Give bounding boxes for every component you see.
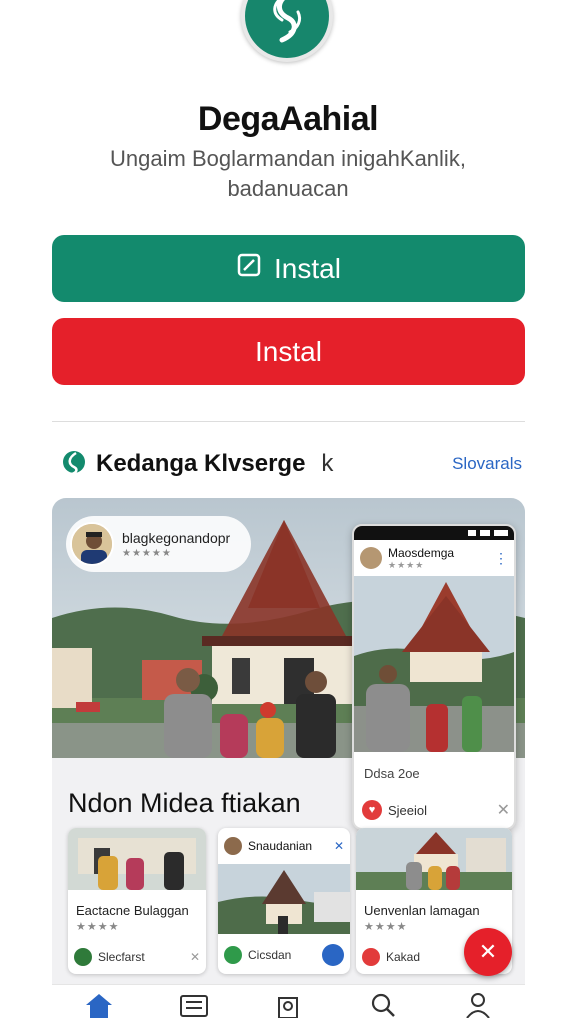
card-title: Eactacne Bulaggan xyxy=(76,903,189,918)
section-divider xyxy=(52,421,525,422)
author-badge[interactable]: blagkegonandopr ★★★★★ xyxy=(66,516,251,572)
subtitle-line-1: Ungaim Boglarmandan inigahKanlik, xyxy=(110,146,466,171)
install-button-primary-label: Instal xyxy=(274,252,341,284)
nav-shop[interactable] xyxy=(271,992,305,1022)
install-button-primary[interactable]: Instal xyxy=(52,235,525,302)
edit-square-icon xyxy=(236,252,262,285)
phone-preview-image xyxy=(354,576,514,752)
author-name: blagkegonandopr xyxy=(122,529,231,546)
app-logo-icon xyxy=(241,0,333,62)
profile-icon xyxy=(463,992,493,1023)
card-title: Snaudanian xyxy=(248,839,313,853)
nav-home[interactable] xyxy=(82,992,116,1022)
card-footer: Cicsdan xyxy=(224,944,344,966)
bag-icon xyxy=(273,992,303,1023)
card-rating: ★★★★ xyxy=(76,921,120,933)
see-all-link[interactable]: Slovarals xyxy=(452,454,522,474)
heart-icon xyxy=(362,948,380,966)
card-image xyxy=(356,828,512,890)
install-button-secondary[interactable]: Instal xyxy=(52,318,525,385)
section-title: Kedanga Klvserge xyxy=(96,450,306,477)
app-title: DegaAahial xyxy=(197,100,379,138)
nav-search[interactable] xyxy=(366,992,400,1022)
close-icon: ✕ xyxy=(478,939,498,964)
section-mark: k xyxy=(321,450,334,477)
subtitle-line-2: badanuacan xyxy=(227,176,349,201)
avatar xyxy=(70,522,114,566)
media-card[interactable]: Snaudanian ✕ Cicsdan xyxy=(218,828,350,974)
phone-rating: ★★★★ xyxy=(388,559,425,570)
card-title: Uenvenlan lamagan xyxy=(364,903,480,918)
leaf-icon xyxy=(74,948,92,966)
home-icon xyxy=(84,992,114,1023)
nav-profile[interactable] xyxy=(461,992,495,1022)
card-footer: Slecfarst ✕ xyxy=(74,948,200,966)
search-icon xyxy=(368,992,398,1023)
section-header: Kedanga Klvserge k Slovarals xyxy=(62,448,522,480)
card-header: Snaudanian ✕ xyxy=(218,828,350,864)
avatar xyxy=(360,547,382,569)
leaf-icon xyxy=(224,946,242,964)
phone-date: Ddsa 2oe xyxy=(364,766,420,781)
app-subtitle: Ungaim Boglarmandan inigahKanlik, badanu… xyxy=(60,144,516,204)
close-icon[interactable]: ✕ xyxy=(334,839,344,853)
card-image xyxy=(68,828,206,890)
close-icon[interactable]: ✕ xyxy=(190,950,200,964)
more-icon[interactable] xyxy=(322,944,344,966)
phone-header: Maosdemga ★★★★ ⋮ xyxy=(354,540,514,576)
leaf-icon xyxy=(62,449,86,480)
author-rating: ★★★★★ xyxy=(122,547,172,559)
phone-preview[interactable]: Maosdemga ★★★★ ⋮ Ddsa 2oe ♥ Sjeeiol ✕ xyxy=(352,524,516,830)
nav-list[interactable] xyxy=(177,992,211,1022)
install-button-secondary-label: Instal xyxy=(255,335,322,367)
heart-icon: ♥ xyxy=(362,800,382,820)
bottom-nav xyxy=(52,984,525,1024)
phone-action-label: Sjeeiol xyxy=(388,802,428,818)
phone-username: Maosdemga xyxy=(388,545,455,560)
media-card[interactable]: Eactacne Bulaggan ★★★★ Slecfarst ✕ xyxy=(68,828,206,974)
avatar xyxy=(224,837,242,855)
close-fab-button[interactable]: ✕ xyxy=(464,928,512,976)
close-icon[interactable]: ✕ xyxy=(497,800,510,820)
card-footer-label: Slecfarst xyxy=(98,950,145,964)
phone-status-bar xyxy=(354,526,514,540)
card-image xyxy=(218,864,350,934)
phone-like-row[interactable]: ♥ Sjeeiol ✕ xyxy=(362,796,510,824)
gallery-title: Ndon Midea ftiakan xyxy=(68,788,301,818)
card-footer-label: Kakad xyxy=(386,950,421,964)
media-gallery: blagkegonandopr ★★★★★ Maosdemga ★★★★ ⋮ D… xyxy=(52,498,525,1024)
app-logo xyxy=(241,0,333,62)
more-icon[interactable]: ⋮ xyxy=(494,550,508,567)
card-footer-label: Cicsdan xyxy=(248,948,292,962)
list-icon xyxy=(179,992,209,1023)
